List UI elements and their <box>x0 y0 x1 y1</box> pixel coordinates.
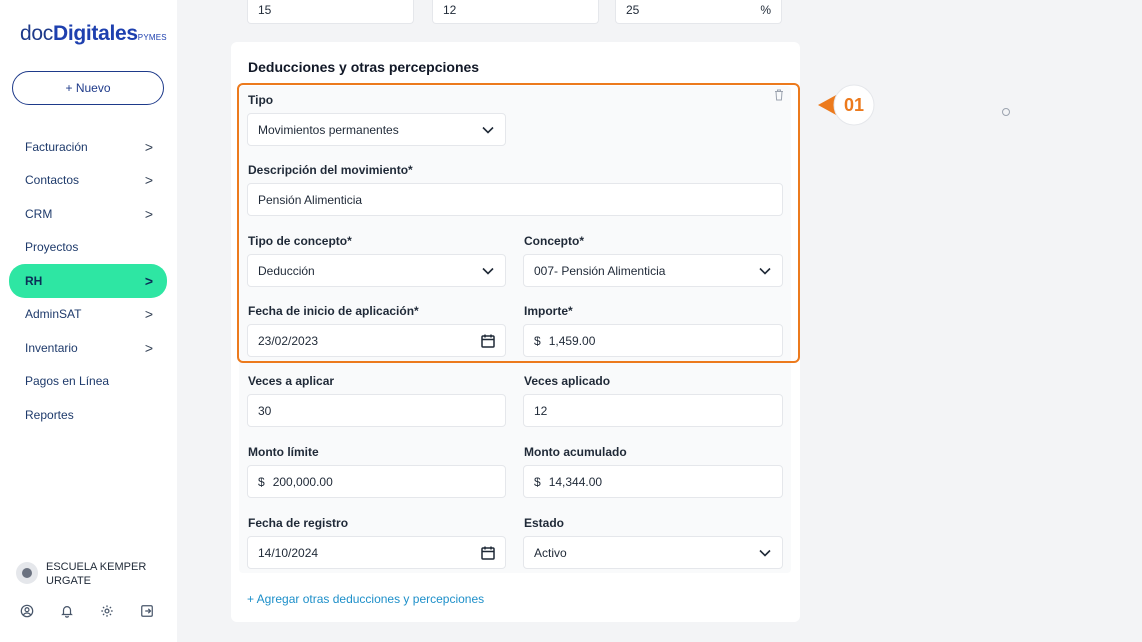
sidebar-item-crm[interactable]: CRM > <box>9 197 167 231</box>
new-button[interactable]: + Nuevo <box>12 71 164 105</box>
fecha-inicio-input[interactable]: 23/02/2023 <box>247 324 506 357</box>
sidebar-item-inventario[interactable]: Inventario > <box>9 331 167 365</box>
organization-switcher[interactable]: ESCUELA KEMPER URGATE <box>16 560 156 588</box>
logout-icon[interactable] <box>140 604 154 618</box>
concepto-label: Concepto* <box>524 234 584 248</box>
previous-field-3[interactable]: 25% <box>615 0 782 24</box>
monto-limite-label: Monto límite <box>248 445 319 459</box>
sidebar-nav: Facturación > Contactos > CRM > Proyecto… <box>9 130 167 432</box>
tipo-concepto-value: Deducción <box>258 263 315 278</box>
chevron-right-icon: > <box>144 138 153 155</box>
chevron-right-icon: > <box>144 172 153 189</box>
chevron-down-icon <box>482 267 494 275</box>
importe-input[interactable]: $ 1,459.00 <box>523 324 783 357</box>
fecha-registro-input[interactable]: 14/10/2024 <box>247 536 506 569</box>
concepto-select[interactable]: 007- Pensión Alimenticia <box>523 254 783 287</box>
sidebar-item-label: AdminSAT <box>25 307 82 322</box>
veces-aplicar-input[interactable]: 30 <box>247 394 506 427</box>
chevron-right-icon: > <box>144 306 153 323</box>
concepto-value: 007- Pensión Alimenticia <box>534 263 666 278</box>
bell-icon[interactable] <box>60 604 74 618</box>
sidebar-item-label: CRM <box>25 206 53 221</box>
chevron-down-icon <box>482 126 494 134</box>
estado-value: Activo <box>534 545 567 560</box>
sidebar-item-proyectos[interactable]: Proyectos <box>9 231 167 265</box>
chevron-down-icon <box>759 267 771 275</box>
sidebar: docDigitalesPYMES + Nuevo Facturación > … <box>0 0 177 642</box>
sidebar-item-pagos-en-linea[interactable]: Pagos en Línea <box>9 365 167 399</box>
sidebar-item-label: RH <box>25 273 43 288</box>
currency-prefix: $ <box>258 474 265 489</box>
veces-aplicado-input[interactable]: 12 <box>523 394 783 427</box>
sidebar-footer <box>20 604 154 618</box>
scroll-indicator-icon <box>1002 108 1010 116</box>
veces-aplicar-value: 30 <box>258 403 272 418</box>
percent-suffix: % <box>760 3 771 17</box>
chevron-down-icon <box>759 549 771 557</box>
add-deduction-link[interactable]: + Agregar otras deducciones y percepcion… <box>247 592 484 606</box>
veces-aplicado-value: 12 <box>534 403 548 418</box>
logo-part-pymes: PYMES <box>137 33 167 42</box>
organization-logo-icon <box>16 562 38 584</box>
chevron-right-icon: > <box>144 205 153 222</box>
trash-icon[interactable] <box>774 89 784 101</box>
monto-limite-input[interactable]: $ 200,000.00 <box>247 465 506 498</box>
descripcion-input[interactable]: Pensión Alimenticia <box>247 183 783 216</box>
sidebar-item-rh[interactable]: RH > <box>9 264 167 298</box>
tipo-select[interactable]: Movimientos permanentes <box>247 113 506 146</box>
gear-icon[interactable] <box>100 604 114 618</box>
descripcion-label: Descripción del movimiento* <box>248 163 413 177</box>
tipo-label: Tipo <box>248 93 274 107</box>
monto-limite-value: 200,000.00 <box>272 474 333 489</box>
importe-label: Importe* <box>524 304 573 318</box>
monto-acumulado-label: Monto acumulado <box>524 445 627 459</box>
fecha-inicio-label: Fecha de inicio de aplicación* <box>248 304 419 318</box>
logo-part-doc: doc <box>20 22 53 45</box>
currency-prefix: $ <box>534 333 541 348</box>
tipo-concepto-label: Tipo de concepto* <box>248 234 352 248</box>
sidebar-item-contactos[interactable]: Contactos > <box>9 164 167 198</box>
veces-aplicado-label: Veces aplicado <box>524 374 611 388</box>
sidebar-item-label: Pagos en Línea <box>25 374 110 389</box>
fecha-registro-label: Fecha de registro <box>248 516 349 530</box>
section-title: Deducciones y otras percepciones <box>248 59 480 75</box>
sidebar-item-adminsat[interactable]: AdminSAT > <box>9 298 167 332</box>
callout-badge: 01 <box>818 84 875 126</box>
tipo-select-value: Movimientos permanentes <box>258 122 399 137</box>
sidebar-item-reportes[interactable]: Reportes <box>9 398 167 432</box>
previous-field-1[interactable]: 15 <box>247 0 414 24</box>
currency-prefix: $ <box>534 474 541 489</box>
estado-label: Estado <box>524 516 565 530</box>
logo-part-digitales: Digitales <box>52 22 138 45</box>
previous-field-3-value: 25 <box>626 3 640 17</box>
calendar-icon[interactable] <box>480 333 496 349</box>
veces-aplicar-label: Veces a aplicar <box>248 374 335 388</box>
fecha-registro-value: 14/10/2024 <box>258 545 319 560</box>
calendar-icon[interactable] <box>480 545 496 561</box>
app-logo[interactable]: docDigitalesPYMES <box>20 22 167 46</box>
callout-number: 01 <box>844 95 864 115</box>
estado-select[interactable]: Activo <box>523 536 783 569</box>
descripcion-input-value: Pensión Alimenticia <box>258 192 363 207</box>
importe-value: 1,459.00 <box>548 333 596 348</box>
organization-name: ESCUELA KEMPER URGATE <box>46 561 147 587</box>
sidebar-item-label: Facturación <box>25 139 88 154</box>
fecha-inicio-value: 23/02/2023 <box>258 333 319 348</box>
monto-acumulado-input[interactable]: $ 14,344.00 <box>523 465 783 498</box>
chevron-right-icon: > <box>144 272 153 289</box>
tipo-concepto-select[interactable]: Deducción <box>247 254 506 287</box>
chevron-right-icon: > <box>144 339 153 356</box>
sidebar-item-label: Inventario <box>25 340 78 355</box>
monto-acumulado-value: 14,344.00 <box>548 474 603 489</box>
sidebar-item-label: Contactos <box>25 173 80 188</box>
previous-field-2-value: 12 <box>443 3 457 17</box>
sidebar-item-label: Proyectos <box>25 240 79 255</box>
sidebar-item-facturacion[interactable]: Facturación > <box>9 130 167 164</box>
previous-field-2[interactable]: 12 <box>432 0 599 24</box>
previous-field-1-value: 15 <box>258 3 272 17</box>
sidebar-item-label: Reportes <box>25 407 74 422</box>
user-icon[interactable] <box>20 604 34 618</box>
